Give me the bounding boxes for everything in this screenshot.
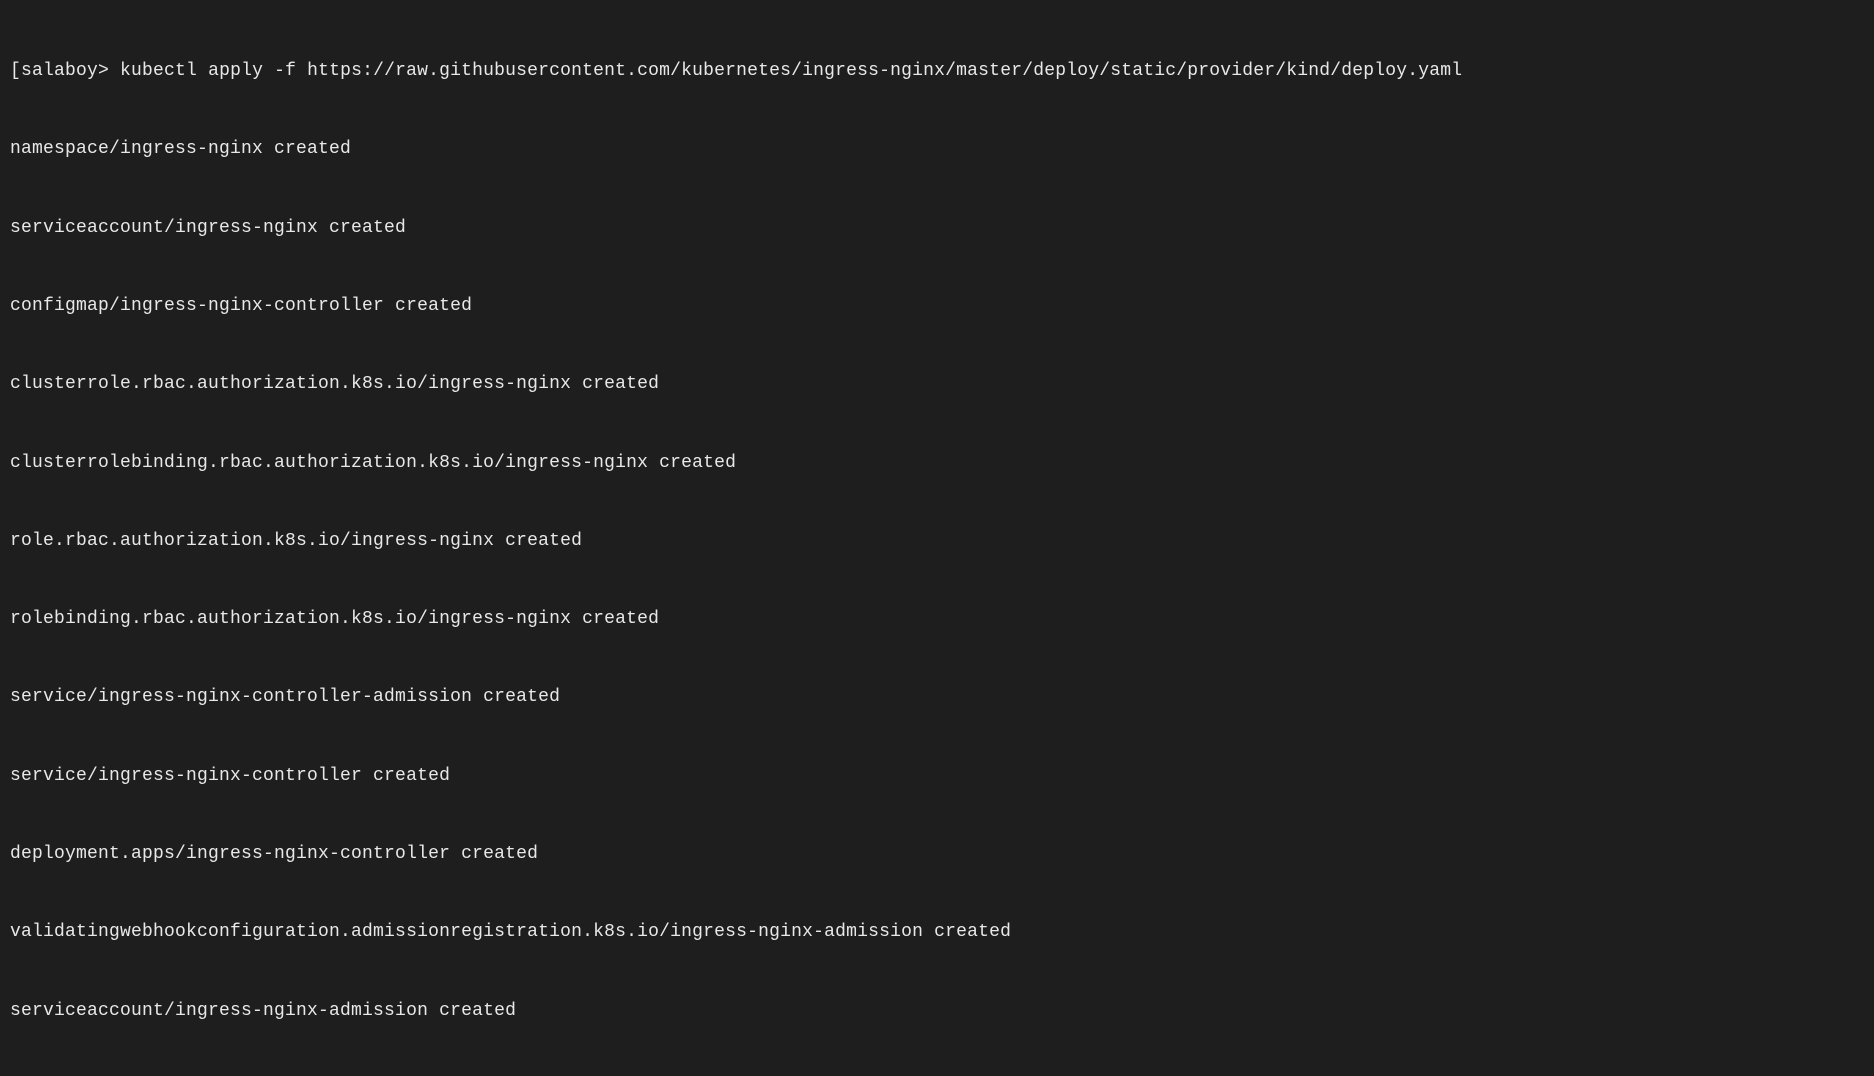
terminal-window[interactable]: [salaboy> kubectl apply -f https://raw.g… — [10, 6, 1864, 1076]
output-line: validatingwebhookconfiguration.admission… — [10, 919, 1864, 945]
prompt-arrow: > — [98, 61, 109, 81]
output-line: service/ingress-nginx-controller created — [10, 763, 1864, 789]
command-line: [salaboy> kubectl apply -f https://raw.g… — [10, 58, 1864, 84]
output-line: deployment.apps/ingress-nginx-controller… — [10, 841, 1864, 867]
output-line: service/ingress-nginx-controller-admissi… — [10, 684, 1864, 710]
prompt-open-bracket: [ — [10, 61, 21, 81]
output-line: configmap/ingress-nginx-controller creat… — [10, 293, 1864, 319]
output-line: serviceaccount/ingress-nginx created — [10, 215, 1864, 241]
output-line: clusterrolebinding.rbac.authorization.k8… — [10, 450, 1864, 476]
output-line: role.rbac.authorization.k8s.io/ingress-n… — [10, 528, 1864, 554]
prompt-user: salaboy — [21, 61, 98, 81]
output-line: namespace/ingress-nginx created — [10, 136, 1864, 162]
output-line: clusterrole.rbac.authorization.k8s.io/in… — [10, 371, 1864, 397]
output-line: serviceaccount/ingress-nginx-admission c… — [10, 998, 1864, 1024]
command-text: kubectl apply -f https://raw.githubuserc… — [109, 61, 1462, 81]
output-line: rolebinding.rbac.authorization.k8s.io/in… — [10, 606, 1864, 632]
